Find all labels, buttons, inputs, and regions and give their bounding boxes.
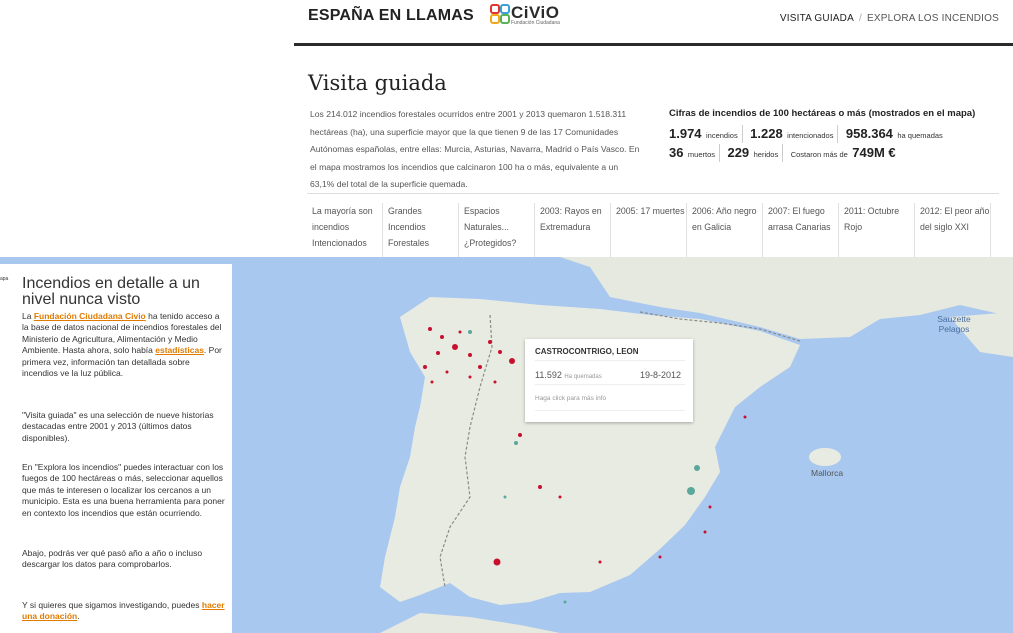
tab-story-1[interactable]: La mayoría son incendios Intencionados (307, 203, 383, 257)
popup-hectares: 11.592 Ha quemadas (535, 370, 602, 380)
panel-paragraph-3: En "Explora los incendios" puedes intera… (22, 462, 225, 518)
panel-paragraph-4: Abajo, podrás ver qué pasó año a año o i… (22, 548, 203, 570)
page-title: Visita guiada (308, 71, 447, 95)
top-nav: VISITA GUIADA / EXPLORA LOS INCENDIOS (780, 13, 999, 24)
stats-link[interactable]: estadísticas (155, 345, 204, 355)
tab-story-8[interactable]: 2011: Octubre Rojo (839, 203, 915, 257)
stat-cost: Costaron más de 749M € (790, 145, 896, 160)
fire-popup[interactable]: CASTROCONTRIGO, LEON 11.592 Ha quemadas … (525, 339, 693, 422)
panel-title: Incendios en detalle a un nivel nunca vi… (22, 275, 200, 308)
popup-divider (535, 360, 685, 361)
civio-link[interactable]: Fundación Ciudadana Civio (34, 311, 146, 321)
tab-story-6[interactable]: 2006: Año negro en Galicia (687, 203, 763, 257)
popup-date: 19-8-2012 (639, 370, 681, 380)
stats-box: Cifras de incendios de 100 hectáreas o m… (669, 108, 999, 162)
logo-subtitle: Fundación Ciudadana (511, 20, 560, 26)
site-title[interactable]: ESPAÑA EN LLAMAS (308, 7, 474, 25)
mallorca-island (809, 448, 841, 466)
tab-story-2[interactable]: Grandes Incendios Forestales (383, 203, 459, 257)
collapsed-panel-edge[interactable]: apa (0, 264, 15, 633)
tab-story-5[interactable]: 2005: 17 muertes (611, 203, 687, 257)
stat-hectares: 958.364 ha quemadas (845, 126, 943, 141)
popup-divider-3 (535, 410, 685, 411)
story-tabs: La mayoría son incendios Intencionados G… (307, 203, 999, 257)
stats-heading: Cifras de incendios de 100 hectáreas o m… (669, 108, 976, 119)
civio-logo[interactable]: CiViO Fundación Ciudadana (489, 3, 569, 27)
header-rule (294, 43, 1013, 46)
info-panel: Incendios en detalle a un nivel nunca vi… (14, 264, 232, 633)
popup-more-link[interactable]: Haga click para más info (535, 395, 606, 402)
section-divider (307, 193, 999, 194)
nav-explora-incendios[interactable]: EXPLORA LOS INCENDIOS (867, 13, 999, 24)
stat-deaths: 36 muertos (669, 144, 721, 162)
stat-intentional: 1.228 intencionados (750, 125, 839, 143)
nav-visita-guiada[interactable]: VISITA GUIADA (780, 13, 854, 24)
intro-text: Los 214.012 incendios forestales ocurrid… (310, 109, 640, 189)
stat-injured: 229 heridos (727, 144, 784, 162)
tab-story-4[interactable]: 2003: Rayos en Extremadura (535, 203, 611, 257)
panel-paragraph-5: Y si quieres que sigamos investigando, p… (22, 600, 225, 622)
tab-story-7[interactable]: 2007: El fuego arrasa Canarias (763, 203, 839, 257)
sea-label: Sauzette Pelagos (937, 314, 971, 334)
popup-divider-2 (535, 384, 685, 385)
stat-fires: 1.974 incendios (669, 125, 743, 143)
island-label: Mallorca (811, 468, 844, 478)
civio-logo-icon (490, 4, 510, 24)
africa-land (380, 613, 560, 633)
tab-story-3[interactable]: Espacios Naturales... ¿Protegidos? (459, 203, 535, 257)
panel-paragraph-1: La Fundación Ciudadana Civio ha tenido a… (22, 311, 222, 379)
nav-separator: / (858, 13, 862, 24)
tab-story-9[interactable]: 2012: El peor año del siglo XXI (915, 203, 991, 257)
panel-paragraph-2: "Visita guiada" es una selección de nuev… (22, 410, 214, 443)
popup-place: CASTROCONTRIGO, LEON (535, 347, 639, 356)
